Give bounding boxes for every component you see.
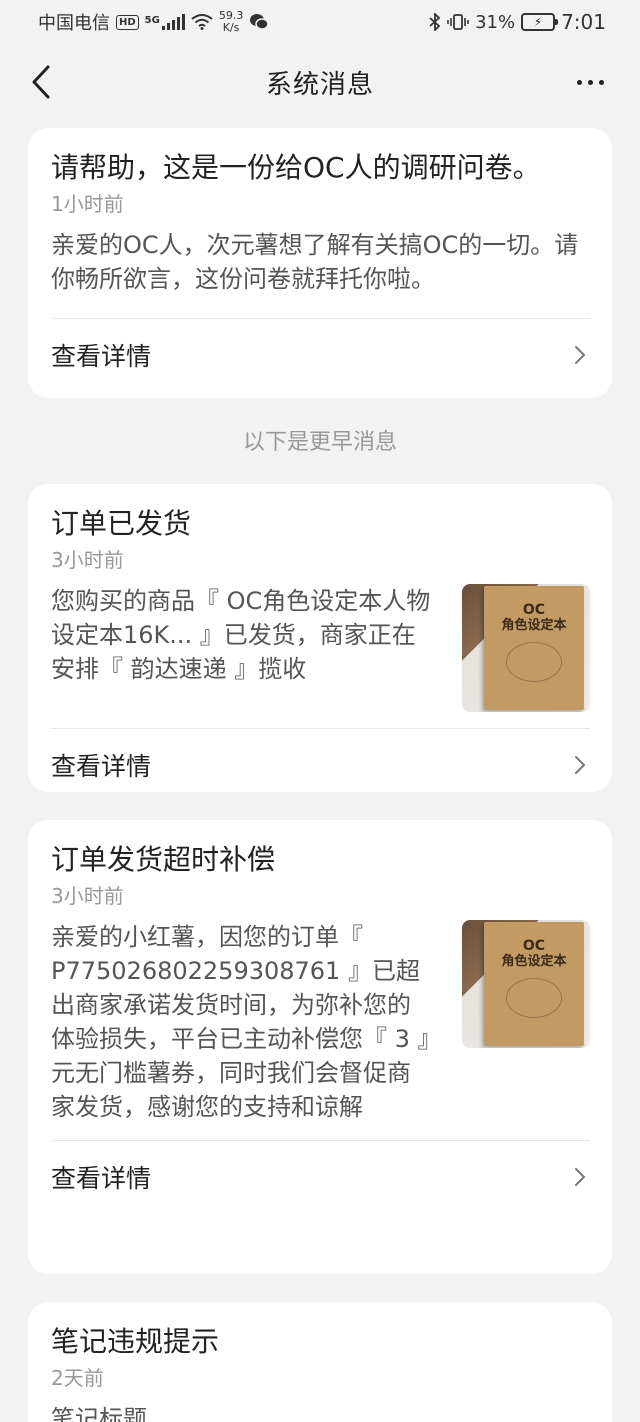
signal-icon	[161, 14, 185, 30]
thumb-line1: OC	[522, 938, 546, 954]
net-label: 5G	[144, 15, 160, 26]
message-time: 3小时前	[51, 884, 124, 908]
status-bar: 中国电信 HD 5G 59.3 K/s 31% ⚡ 7:01	[0, 0, 640, 44]
earlier-messages-label: 以下是更早消息	[242, 430, 397, 455]
message-text: 您购买的商品『 OC角色设定本人物设定本16K... 』已发货，商家正在安排『 …	[51, 587, 431, 683]
wechat-icon	[250, 14, 270, 30]
wifi-icon	[191, 14, 213, 30]
nav-bar: 系统消息	[0, 44, 640, 120]
message-body: 您购买的商品『 OC角色设定本人物设定本16K... 』已发货，商家正在安排『 …	[51, 574, 590, 712]
message-text: 笔记标题	[51, 1405, 147, 1422]
chevron-right-icon	[575, 756, 586, 774]
message-time: 1小时前	[51, 192, 124, 216]
book-cover-image: OC 角色设定本	[484, 586, 584, 710]
product-thumbnail[interactable]: OC 角色设定本	[462, 584, 590, 712]
message-card-survey: 请帮助，这是一份给OC人的调研问卷。 1小时前 亲爱的OC人，次元薯想了解有关搞…	[28, 128, 612, 398]
view-details-button[interactable]: 查看详情	[51, 729, 590, 801]
hd-badge: HD	[116, 14, 139, 30]
book-cover-image: OC 角色设定本	[484, 922, 584, 1046]
status-right: 31% ⚡ 7:01	[429, 10, 606, 34]
message-title: 请帮助，这是一份给OC人的调研问卷。	[51, 151, 541, 184]
web-pattern	[506, 642, 562, 682]
thumb-line2: 角色设定本	[501, 954, 567, 969]
more-dots-icon	[576, 79, 582, 85]
view-details-button[interactable]: 查看详情	[51, 1141, 590, 1213]
message-text: 亲爱的OC人，次元薯想了解有关搞OC的一切。请你畅所欲言，这份问卷就拜托你啦。	[51, 231, 579, 293]
back-button[interactable]	[26, 62, 66, 102]
message-text: 亲爱的小红薯，因您的订单『 P775026802259308761 』已超出商家…	[51, 923, 430, 1121]
thumb-line2: 角色设定本	[501, 618, 567, 633]
chevron-left-icon	[32, 65, 50, 99]
vibrate-icon	[447, 14, 469, 30]
bluetooth-icon	[429, 13, 441, 31]
more-dot	[598, 79, 604, 85]
net-speed-unit: K/s	[222, 21, 240, 34]
view-details-label: 查看详情	[51, 1164, 152, 1193]
status-left: 中国电信 HD 5G 59.3 K/s	[38, 9, 270, 35]
thumb-line1: OC	[522, 602, 546, 618]
chevron-right-icon	[575, 346, 586, 364]
message-time: 3小时前	[51, 548, 124, 572]
page-title: 系统消息	[265, 69, 374, 100]
message-card-shipped: 订单已发货 3小时前 您购买的商品『 OC角色设定本人物设定本16K... 』已…	[28, 484, 612, 792]
clock: 7:01	[561, 10, 606, 34]
carrier-label: 中国电信	[38, 13, 110, 34]
message-title: 笔记违规提示	[51, 1325, 220, 1358]
web-pattern	[506, 978, 562, 1018]
net-speed: 59.3 K/s	[219, 10, 244, 34]
chevron-right-icon	[575, 1168, 586, 1186]
message-title: 订单发货超时补偿	[51, 843, 276, 876]
message-body: 亲爱的小红薯，因您的订单『 P775026802259308761 』已超出商家…	[51, 910, 590, 1124]
message-title: 订单已发货	[51, 507, 192, 540]
battery-percent: 31%	[475, 11, 516, 33]
view-details-button[interactable]: 查看详情	[51, 319, 590, 391]
message-card-violation: 笔记违规提示 2天前 笔记标题	[28, 1302, 612, 1422]
battery-icon: ⚡	[521, 13, 559, 31]
more-dot	[587, 79, 593, 85]
view-details-label: 查看详情	[51, 342, 152, 371]
more-button[interactable]	[570, 62, 610, 102]
message-card-compensation: 订单发货超时补偿 3小时前 亲爱的小红薯，因您的订单『 P77502680225…	[28, 820, 612, 1274]
view-details-label: 查看详情	[51, 752, 152, 781]
product-thumbnail[interactable]: OC 角色设定本	[462, 920, 590, 1048]
message-time: 2天前	[51, 1366, 104, 1390]
